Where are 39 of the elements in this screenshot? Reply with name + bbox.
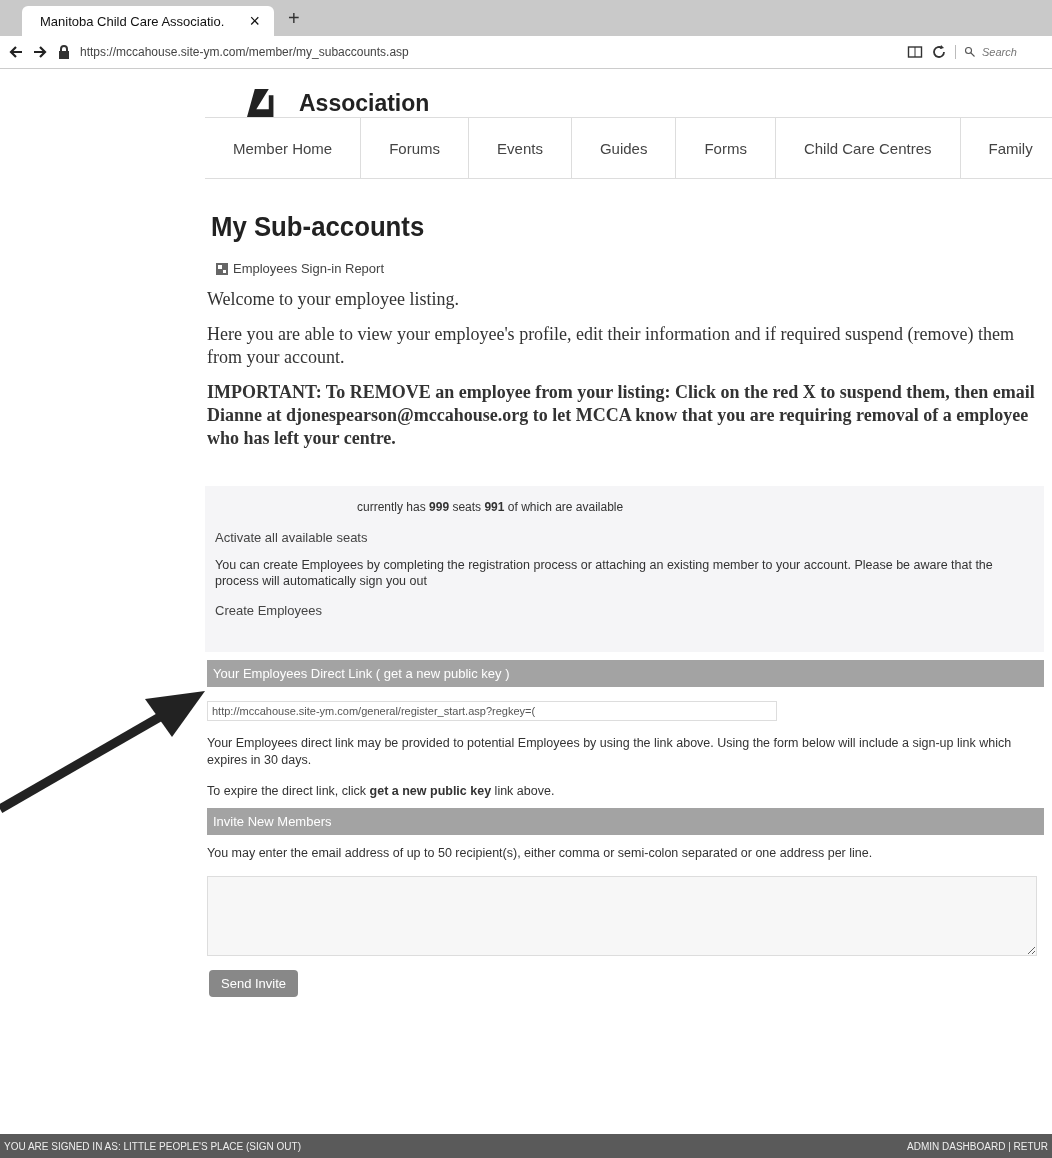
admin-dashboard-link[interactable]: ADMIN DASHBOARD | RETUR: [907, 1140, 1048, 1152]
create-info-text: You can create Employees by completing the registration process or attaching an existing member to your account. Please be aware that the process will automatically sign you out: [215, 557, 994, 589]
reload-icon[interactable]: [931, 44, 947, 60]
browser-tab[interactable]: Manitoba Child Care Associatio. ×: [22, 6, 274, 36]
direct-link-note: Your Employees direct link may be provided to potential Employees by using the link above. Using the form below will include a sign-up link which expires in 30 days.: [207, 735, 1013, 769]
page-title: My Sub-accounts: [211, 211, 426, 243]
back-icon[interactable]: [8, 44, 24, 60]
invite-instructions: You may enter the email address of up to 50 recipient(s), either comma or semi-colon separated or one address per line.: [207, 845, 874, 862]
new-tab-button[interactable]: +: [288, 6, 300, 30]
create-employees-link[interactable]: Create Employees: [215, 603, 1034, 618]
tab-title: Manitoba Child Care Associatio.: [40, 13, 225, 29]
intro-text: Here you are able to view your employee's profile, edit their information and if required suspend (remove) them from your account.: [207, 323, 1015, 369]
nav-tab[interactable]: Child Care Centres: [775, 118, 961, 178]
direct-link-field[interactable]: http://mccahouse.site-ym.com/general/register_start.asp?regkey=(: [207, 701, 777, 721]
nav-tab[interactable]: Forms: [676, 118, 776, 178]
logo-text: Association: [299, 90, 430, 117]
important-notice: IMPORTANT: To REMOVE an employee from your listing: Click on the red X to suspend them, then email Dianne at djonespearson@mccahouse.org to let MCCA know that you are requiring removal of a employee who has left your centre.: [207, 381, 1036, 450]
close-icon[interactable]: ×: [249, 10, 260, 32]
search-icon: [964, 46, 976, 58]
reader-icon[interactable]: [907, 44, 923, 60]
nav-tab[interactable]: Member Home: [205, 118, 362, 178]
report-link[interactable]: Employees Sign-in Report: [233, 261, 385, 276]
lock-icon: [56, 44, 72, 60]
nav-tab[interactable]: Guides: [571, 118, 677, 178]
signed-in-text: YOU ARE SIGNED IN AS: LITTLE PEOPLE'S PLACE (SIGN OUT): [4, 1140, 301, 1152]
forward-icon[interactable]: [32, 44, 48, 60]
nav-tab[interactable]: Family: [960, 118, 1052, 178]
invite-header: Invite New Members: [207, 808, 1044, 835]
url-field[interactable]: https://mccahouse.site-ym.com/member/my_subaccounts.asp: [80, 45, 899, 59]
expire-note: To expire the direct link, click get a new public key link above.: [207, 783, 556, 800]
activate-seats-link[interactable]: Activate all available seats: [215, 530, 1034, 545]
report-icon: [215, 261, 229, 276]
nav-tab[interactable]: Forums: [361, 118, 470, 178]
seats-summary: currently has 999 seats 991 of which are available: [356, 500, 625, 514]
nav-tab[interactable]: Events: [469, 118, 572, 178]
direct-link-header: Your Employees Direct Link ( get a new public key ): [207, 660, 1044, 687]
welcome-text: Welcome to your employee listing.: [207, 288, 460, 311]
send-invite-button[interactable]: Send Invite: [209, 970, 299, 997]
logo-icon: [247, 89, 275, 117]
